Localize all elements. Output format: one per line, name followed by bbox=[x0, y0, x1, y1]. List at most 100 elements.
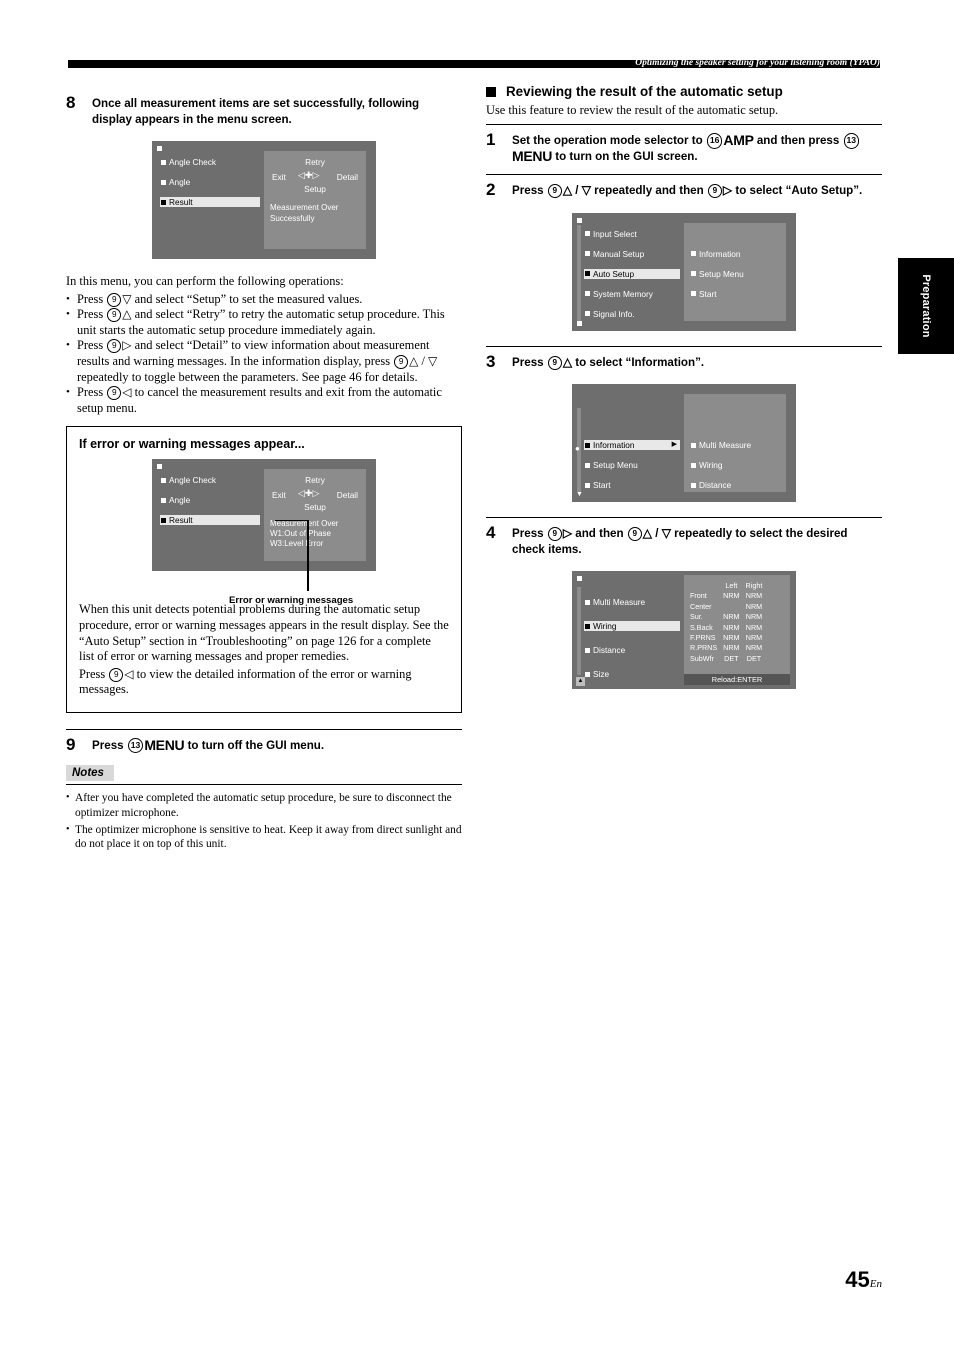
menu-operations-list: Press 9▽ and select “Setup” to set the m… bbox=[66, 292, 462, 417]
error-menu-list: Angle Check Angle Result bbox=[160, 475, 260, 535]
step-2-mid: repeatedly and then bbox=[590, 184, 707, 197]
warning-w3-text: W3:Level Error bbox=[270, 539, 324, 549]
table-row: Center NRM bbox=[690, 602, 765, 612]
row-label: S.Back bbox=[690, 622, 713, 632]
step-1-pre: Set the operation mode selector to bbox=[512, 134, 706, 147]
setup-label[interactable]: Setup bbox=[264, 502, 366, 512]
gui-screen-information: ● ▼ Information ▶ Setup Menu Start Multi… bbox=[572, 384, 796, 502]
retry-label[interactable]: Retry bbox=[264, 157, 366, 167]
notes-label: Notes bbox=[66, 765, 114, 782]
notes-list: After you have completed the automatic s… bbox=[66, 791, 462, 851]
bullet-detail-post: repeatedly to toggle between the paramet… bbox=[77, 369, 418, 384]
submenu-panel: Information Setup Menu Start bbox=[684, 222, 786, 321]
scroll-track[interactable] bbox=[577, 224, 581, 321]
submenu-item-start[interactable]: Start bbox=[690, 289, 717, 299]
menu-item-input-select[interactable]: Input Select bbox=[584, 229, 680, 239]
submenu-item-multi-measure[interactable]: Multi Measure bbox=[690, 440, 751, 450]
step-3: 3 Press 9 △ to select “Information”. bbox=[486, 353, 882, 371]
result-panel: Left Right Front NRM NRM Center NRM Sur.… bbox=[684, 575, 790, 685]
measurement-detail-panel: Retry Exit ◁✚▷ Detail Setup Measurement … bbox=[264, 151, 366, 249]
menu-item-result[interactable]: Result bbox=[160, 515, 260, 526]
detail-label[interactable]: Detail bbox=[337, 172, 358, 182]
key-9-icon: 9 bbox=[107, 386, 122, 401]
setup-label[interactable]: Setup bbox=[264, 184, 366, 194]
screen-corner-mark-bottom bbox=[577, 320, 582, 326]
menu-item-signal-info[interactable]: Signal Info. bbox=[584, 309, 680, 319]
exit-label[interactable]: Exit bbox=[272, 490, 286, 500]
table-row: Sur. NRM NRM bbox=[690, 612, 765, 622]
detail-label[interactable]: Detail bbox=[337, 490, 358, 500]
cell-right: NRM bbox=[745, 601, 763, 611]
cell-right: NRM bbox=[745, 622, 763, 632]
menu-item-size[interactable]: Size bbox=[584, 669, 680, 679]
successfully-text: Successfully bbox=[270, 214, 315, 223]
key-9-icon: 9 bbox=[107, 308, 122, 323]
down-arrow-icon: ▽ bbox=[122, 291, 132, 306]
cell-right: NRM bbox=[745, 591, 763, 601]
menu-item-angle[interactable]: Angle bbox=[160, 177, 260, 187]
menu-item-angle-check[interactable]: Angle Check bbox=[160, 157, 260, 167]
key-9-icon: 9 bbox=[547, 355, 562, 370]
right-arrow-icon: ▷ bbox=[722, 183, 733, 197]
right-arrow-icon: ▷ bbox=[122, 338, 132, 353]
submenu-item-setup-menu[interactable]: Setup Menu bbox=[690, 269, 744, 279]
chevron-right-icon: ▶ bbox=[671, 441, 677, 448]
table-row: F.PRNS NRM NRM bbox=[690, 633, 765, 643]
step-2-pre: Press bbox=[512, 184, 547, 197]
step-1-post: to turn on the GUI screen. bbox=[552, 149, 698, 163]
cell-left bbox=[720, 602, 742, 612]
row-label: SubWfr bbox=[690, 653, 714, 663]
step-4-pre: Press bbox=[512, 527, 547, 540]
retry-label[interactable]: Retry bbox=[264, 475, 366, 485]
menu-column-left: Multi Measure Wiring Distance Size bbox=[584, 597, 680, 679]
screen-mode-icon: ▲ bbox=[576, 677, 585, 686]
table-header-row: Left Right bbox=[690, 581, 765, 591]
submenu-item-distance[interactable]: Distance bbox=[690, 480, 731, 490]
submenu-item-wiring[interactable]: Wiring bbox=[690, 460, 723, 470]
menu-item-distance[interactable]: Distance bbox=[584, 645, 680, 655]
down-arrow-icon: ▽ bbox=[581, 183, 591, 197]
scroll-track[interactable] bbox=[577, 587, 581, 675]
menu-item-information[interactable]: Information ▶ bbox=[584, 440, 680, 450]
menu-item-multi-measure[interactable]: Multi Measure bbox=[584, 597, 680, 607]
menu-item-setup-menu[interactable]: Setup Menu bbox=[584, 460, 680, 470]
error-box-paragraph-2: Press 9 ◁ to view the detailed informatio… bbox=[79, 667, 449, 698]
step-2-post: to select “Auto Setup”. bbox=[732, 184, 863, 197]
bullet-detail-pre: Press bbox=[77, 338, 107, 353]
table-row: S.Back NRM NRM bbox=[690, 623, 765, 633]
gui-screen-measurement: Angle Check Angle Result Retry Exit ◁✚▷ … bbox=[152, 141, 376, 259]
menu-item-manual-setup[interactable]: Manual Setup bbox=[584, 249, 680, 259]
cursor-cross-icon: ◁✚▷ bbox=[298, 170, 320, 180]
menu-item-start[interactable]: Start bbox=[584, 480, 680, 490]
key-9-icon: 9 bbox=[547, 527, 562, 541]
menu-item-system-memory[interactable]: System Memory bbox=[584, 289, 680, 299]
key-9-icon: 9 bbox=[547, 184, 562, 198]
measurement-over-text: Measurement Over bbox=[270, 203, 339, 212]
cell-right: NRM bbox=[745, 612, 763, 622]
scroll-down-icon: ▼ bbox=[576, 491, 583, 498]
cell-right: NRM bbox=[745, 633, 763, 643]
up-arrow-icon: △ bbox=[122, 307, 132, 322]
menu-item-wiring[interactable]: Wiring bbox=[584, 621, 680, 631]
menu-item-result[interactable]: Result bbox=[160, 197, 260, 207]
step-1-text: Set the operation mode selector to 16 AMP… bbox=[512, 132, 882, 164]
key-9-icon: 9 bbox=[109, 667, 124, 682]
menu-item-angle[interactable]: Angle bbox=[160, 495, 260, 505]
menu-column-left: Input Select Manual Setup Auto Setup Sys… bbox=[584, 229, 680, 319]
left-column: 8 Once all measurement items are set suc… bbox=[66, 94, 462, 854]
step-2-text: Press 9 △ / ▽ repeatedly and then 9 ▷ to s… bbox=[512, 183, 863, 198]
cell-left: NRM bbox=[723, 622, 740, 632]
submenu-item-information[interactable]: Information bbox=[690, 249, 741, 259]
warning-w1-text: W1:Out of Phase bbox=[270, 529, 331, 539]
step-9: 9 Press 13 MENU to turn off the GUI menu. bbox=[66, 736, 462, 754]
menu-item-auto-setup[interactable]: Auto Setup bbox=[584, 268, 680, 279]
col-blank bbox=[690, 581, 720, 591]
menu-item-angle-check[interactable]: Angle Check bbox=[160, 475, 260, 485]
exit-label[interactable]: Exit bbox=[272, 172, 286, 182]
bullet-retry: Press 9△ and select “Retry” to retry the… bbox=[66, 307, 462, 338]
page: Optimizing the speaker setting for your … bbox=[0, 0, 954, 1351]
step-4-number: 4 bbox=[486, 523, 496, 542]
note-item: After you have completed the automatic s… bbox=[66, 791, 462, 819]
page-number: 45En bbox=[845, 1267, 882, 1293]
step-9-rule bbox=[66, 728, 462, 730]
